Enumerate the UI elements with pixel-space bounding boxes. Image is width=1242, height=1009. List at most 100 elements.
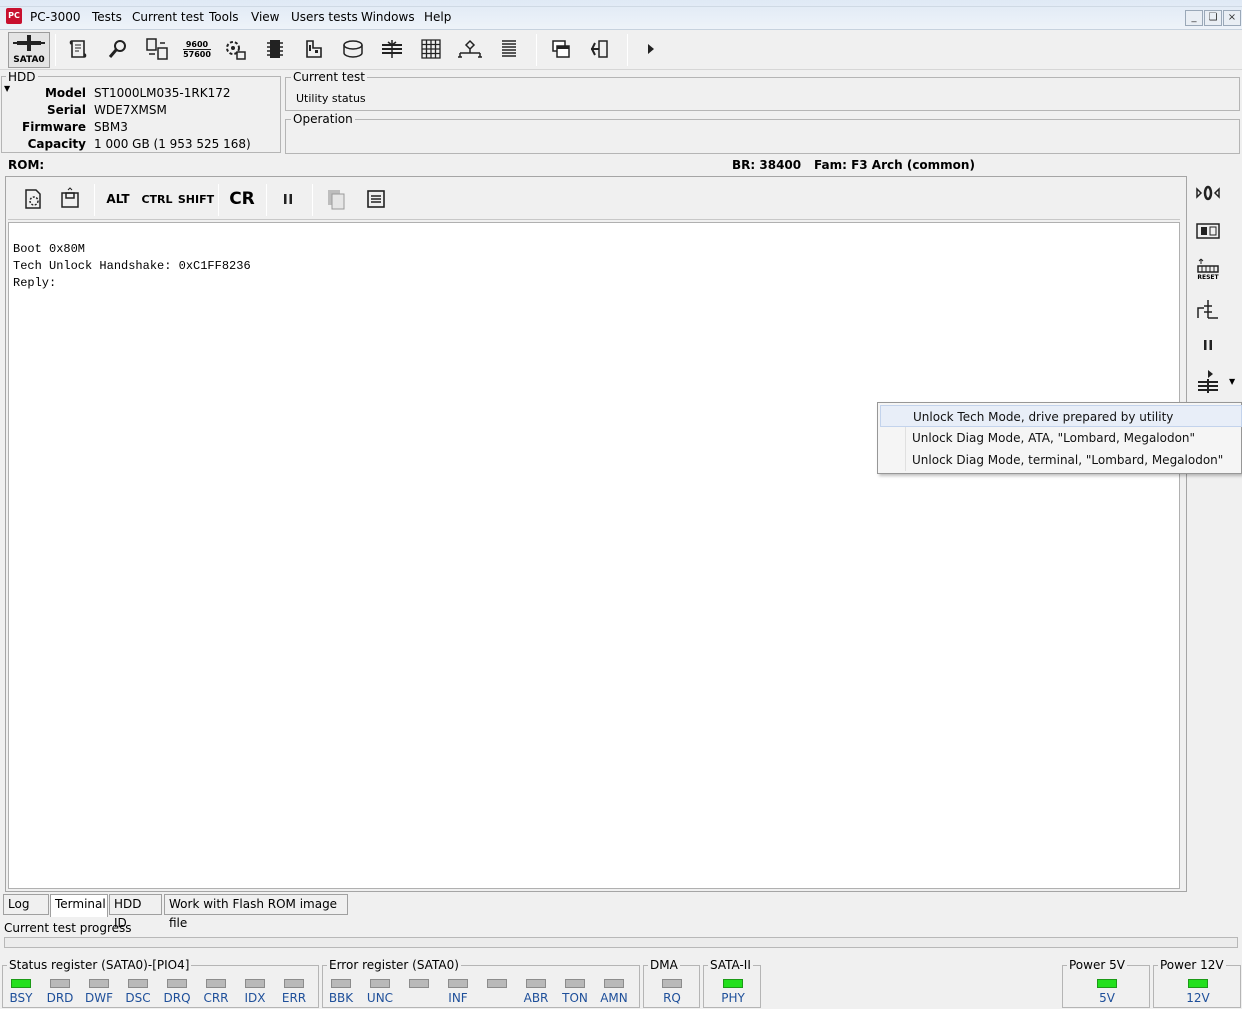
terminal-toolbar-separator xyxy=(218,184,219,216)
status-led-err xyxy=(284,979,304,988)
menu-tests[interactable]: Tests xyxy=(92,10,122,24)
tree-structure-icon xyxy=(458,39,482,58)
status-led-label: DWF xyxy=(84,991,113,1005)
list-button[interactable] xyxy=(492,32,526,66)
board-icon xyxy=(306,40,322,58)
scroll-tests-button[interactable] xyxy=(62,32,96,66)
family-status: Fam: F3 Arch (common) xyxy=(814,158,975,172)
operation-panel xyxy=(285,119,1240,154)
cr-key-button[interactable]: CR xyxy=(228,184,256,214)
side-pause-button[interactable] xyxy=(1192,330,1224,360)
baud-bottom-label: 57600 xyxy=(183,48,211,59)
terminal-pause-button[interactable] xyxy=(278,184,298,214)
exit-door-icon xyxy=(590,40,608,58)
unlock-dropdown-arrow-icon[interactable]: ▼ xyxy=(1229,377,1235,386)
settings-button[interactable] xyxy=(218,32,252,66)
status-led-label: ERR xyxy=(281,991,307,1005)
terminal-save-button[interactable] xyxy=(55,184,85,214)
sata-title: SATA-II xyxy=(708,958,753,972)
capacity-label: Capacity xyxy=(27,137,86,151)
menu-users-tests[interactable]: Users tests xyxy=(291,10,358,24)
terminal-toolbar-separator xyxy=(266,184,267,216)
power-5v-led xyxy=(1097,979,1117,988)
unlock-mode-button[interactable] xyxy=(1192,366,1224,396)
serial-label: Serial xyxy=(46,103,86,117)
structure-button[interactable] xyxy=(453,32,487,66)
baud-top-label: 9600 xyxy=(185,39,209,49)
dma-led-label: RQ xyxy=(663,991,681,1005)
hdd-model-row: Model ST1000LM035-1RK172 xyxy=(0,86,280,103)
close-button[interactable]: × xyxy=(1223,10,1241,26)
switch-circuit-icon xyxy=(1197,300,1218,319)
operation-title: Operation xyxy=(291,112,355,126)
status-led-bsy xyxy=(11,979,31,988)
windows-button[interactable] xyxy=(544,32,578,66)
alt-key-button[interactable]: ALT xyxy=(104,184,132,214)
menu-item-unlock-tech-mode[interactable]: Unlock Tech Mode, drive prepared by util… xyxy=(880,405,1242,427)
jumper-button[interactable] xyxy=(1192,294,1224,324)
controller-button[interactable] xyxy=(1192,216,1224,246)
menu-tools[interactable]: Tools xyxy=(209,10,239,24)
tab-flash-rom[interactable]: Work with Flash ROM image file xyxy=(164,894,348,930)
keyboard-button[interactable] xyxy=(362,184,390,214)
tab-terminal[interactable]: Terminal xyxy=(50,894,108,917)
model-value: ST1000LM035-1RK172 xyxy=(94,86,231,100)
run-button[interactable] xyxy=(634,32,668,66)
status-led-label: CRR xyxy=(203,991,229,1005)
app-logo-icon: PC xyxy=(6,8,22,24)
grid-button[interactable] xyxy=(414,32,448,66)
error-led-label: TON xyxy=(562,991,588,1005)
menu-help[interactable]: Help xyxy=(424,10,451,24)
phy-led xyxy=(723,979,743,988)
error-register-panel: Error register (SATA0) BBK UNC INF ABR TON AM… xyxy=(322,958,640,1008)
menu-view[interactable]: View xyxy=(251,10,279,24)
copy-button[interactable] xyxy=(322,184,350,214)
tab-log[interactable]: Log xyxy=(3,894,49,915)
reset-button[interactable]: RESET xyxy=(1192,254,1224,284)
app-title: PC-3000 xyxy=(30,10,81,24)
error-register-title: Error register (SATA0) xyxy=(327,958,461,972)
drive-info-button[interactable] xyxy=(140,32,174,66)
error-led-ton xyxy=(565,979,585,988)
gear-drive-icon xyxy=(226,41,246,60)
terminal-settings-button[interactable] xyxy=(18,184,48,214)
menu-windows[interactable]: Windows xyxy=(361,10,415,24)
firmware-label: Firmware xyxy=(22,120,86,134)
serial-value: WDE7XMSM xyxy=(94,103,167,117)
toolbar-separator xyxy=(627,34,628,66)
hdd-capacity-row: Capacity 1 000 GB (1 953 525 168) xyxy=(0,137,280,154)
grid-icon xyxy=(421,39,441,59)
tab-hdd-id[interactable]: HDD ID xyxy=(109,894,162,930)
hdd-firmware-row: Firmware SBM3 xyxy=(0,120,280,137)
toolbar-separator xyxy=(55,34,56,66)
reset-label: RESET xyxy=(1197,273,1219,281)
shift-key-button[interactable]: SHIFT xyxy=(178,184,214,214)
chip-button[interactable] xyxy=(258,32,292,66)
baud-rate-button[interactable]: 9600 57600 xyxy=(180,32,214,66)
power-12v-panel: Power 12V 12V xyxy=(1153,958,1241,1008)
hdd-panel-title: HDD xyxy=(6,70,38,84)
power-toggle-button[interactable] xyxy=(1192,178,1224,208)
exit-button[interactable] xyxy=(582,32,616,66)
stacked-windows-icon xyxy=(552,40,570,58)
menu-current-test[interactable]: Current test xyxy=(132,10,204,24)
menu-item-unlock-diag-terminal[interactable]: Unlock Diag Mode, terminal, "Lombard, Me… xyxy=(880,449,1242,471)
error-led-bbk xyxy=(331,979,351,988)
status-led-dwf xyxy=(89,979,109,988)
power-switch-icon xyxy=(1196,185,1220,201)
heads-button[interactable] xyxy=(375,32,409,66)
status-led-idx xyxy=(245,979,265,988)
ctrl-key-button[interactable]: CTRL xyxy=(140,184,174,214)
status-led-label: DRQ xyxy=(163,991,191,1005)
minimize-button[interactable]: _ xyxy=(1185,10,1203,26)
search-tool-button[interactable] xyxy=(101,32,135,66)
terminal-output[interactable]: Boot 0x80M Tech Unlock Handshake: 0xC1FF… xyxy=(8,222,1180,889)
copy-pages-icon xyxy=(328,190,345,210)
restore-button[interactable]: ❏ xyxy=(1204,10,1222,26)
disk-button[interactable] xyxy=(336,32,370,66)
menu-item-unlock-diag-ata[interactable]: Unlock Diag Mode, ATA, "Lombard, Megalod… xyxy=(880,427,1242,449)
board-button[interactable] xyxy=(297,32,331,66)
sata-port-button[interactable]: SATA0 xyxy=(8,32,50,68)
power-12v-label: 12V xyxy=(1186,991,1210,1005)
rom-label: ROM: xyxy=(8,158,45,172)
